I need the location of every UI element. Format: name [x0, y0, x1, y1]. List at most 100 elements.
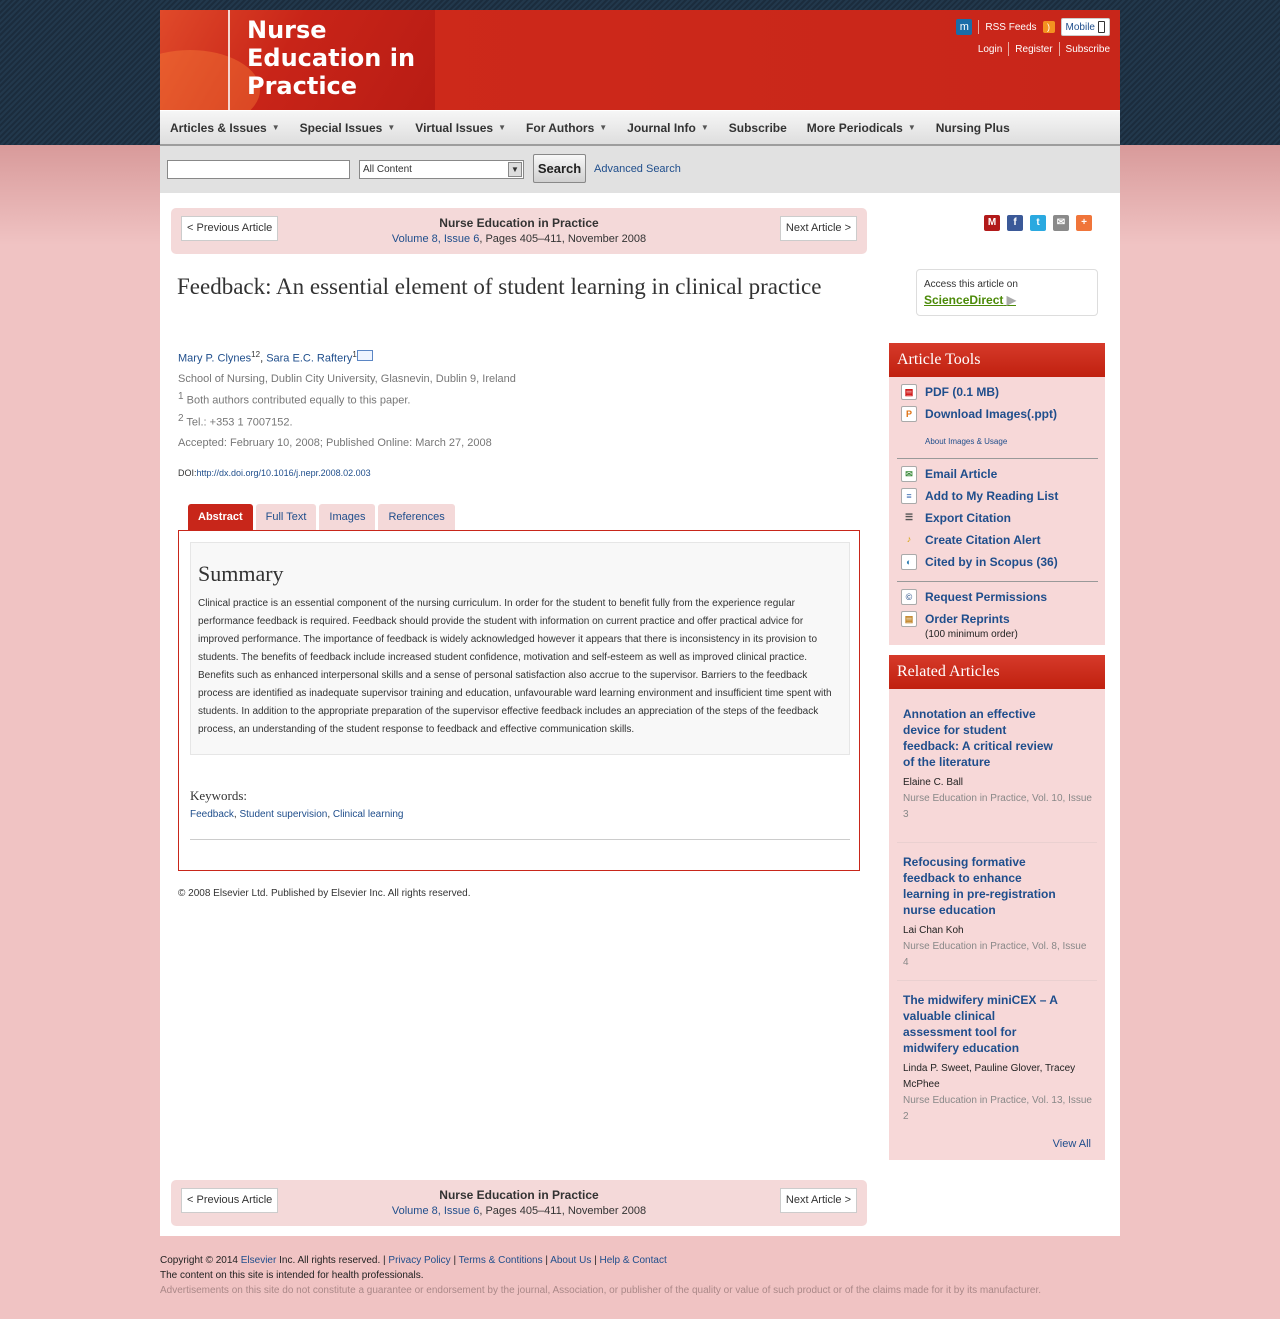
twitter-icon[interactable]: t: [1030, 215, 1046, 231]
search-input[interactable]: [167, 160, 350, 179]
article-tools-panel: Article Tools ▤ PDF (0.1 MB) P Download Im…: [889, 343, 1105, 645]
mobile-button[interactable]: Mobile: [1060, 18, 1110, 36]
ppt-icon: P: [901, 406, 917, 422]
divider: [1008, 42, 1010, 56]
reprints-link[interactable]: Order Reprints: [925, 612, 1010, 626]
about-us-link[interactable]: About Us: [550, 1255, 591, 1266]
tab-abstract[interactable]: Abstract: [188, 504, 253, 531]
add-share-icon[interactable]: +: [1076, 215, 1092, 231]
login-link[interactable]: Login: [978, 44, 1002, 55]
pdf-tool[interactable]: ▤ PDF (0.1 MB): [901, 384, 999, 400]
sciencedirect-text: Access this article on: [924, 279, 1018, 290]
cited-by-link[interactable]: Cited by in Scopus (36): [925, 555, 1058, 569]
citation-alert-link[interactable]: Create Citation Alert: [925, 533, 1041, 547]
nav-for-authors[interactable]: For Authors ▼: [526, 121, 607, 135]
email-icon: ✉: [901, 466, 917, 482]
previous-article-button[interactable]: < Previous Article: [181, 216, 279, 241]
keyword-link[interactable]: Clinical learning: [333, 809, 404, 820]
nav-journal-info[interactable]: Journal Info ▼: [627, 121, 709, 135]
keyword-link[interactable]: Feedback: [190, 809, 234, 820]
sciencedirect-link[interactable]: ScienceDirect ▶: [924, 293, 1090, 307]
mendeley-icon[interactable]: M: [984, 215, 1000, 231]
nav-subscribe[interactable]: Subscribe: [729, 121, 787, 135]
reading-list-icon: ≡: [901, 488, 917, 504]
affiliations: School of Nursing, Dublin City Universit…: [178, 370, 516, 431]
m-icon[interactable]: m: [956, 19, 973, 35]
next-article-button[interactable]: Next Article >: [779, 216, 857, 241]
permissions-tool[interactable]: © Request Permissions: [901, 589, 1047, 605]
reprints-tool[interactable]: ▤ Order Reprints: [901, 611, 1010, 627]
journal-logo[interactable]: Nurse Education in Practice: [160, 10, 435, 110]
divider: [897, 842, 1097, 843]
email-icon[interactable]: [356, 350, 373, 361]
permissions-link[interactable]: Request Permissions: [925, 590, 1047, 604]
rss-icon[interactable]: ): [1042, 21, 1055, 33]
help-contact-link[interactable]: Help & Contact: [599, 1255, 666, 1266]
document-icon: ▤: [901, 611, 917, 627]
email-article-link[interactable]: Email Article: [925, 467, 997, 481]
facebook-icon[interactable]: f: [1007, 215, 1023, 231]
chevron-down-icon: ▼: [508, 162, 522, 177]
reading-list-tool[interactable]: ≡ Add to My Reading List: [901, 488, 1058, 504]
logo-line: Nurse: [247, 16, 327, 44]
email-share-icon[interactable]: ✉: [1053, 215, 1069, 231]
nav-label: Special Issues: [299, 120, 383, 135]
advanced-search-link[interactable]: Advanced Search: [594, 163, 681, 175]
keywords-label: Keywords:: [190, 788, 248, 803]
email-article-tool[interactable]: ✉ Email Article: [901, 466, 997, 482]
search-button[interactable]: Search: [533, 154, 586, 183]
terms-link[interactable]: Terms & Contitions: [459, 1255, 543, 1266]
view-all-link[interactable]: View All: [1053, 1138, 1091, 1150]
about-images-link[interactable]: About Images & Usage: [925, 437, 1007, 446]
nav-virtual-issues[interactable]: Virtual Issues ▼: [415, 121, 506, 135]
volume-link[interactable]: Volume 8, Issue 6: [392, 233, 479, 245]
export-citation-tool[interactable]: ☰ Export Citation: [901, 510, 1011, 526]
register-link[interactable]: Register: [1015, 44, 1052, 55]
nav-special-issues[interactable]: Special Issues ▼: [300, 121, 396, 135]
next-article-button[interactable]: Next Article >: [779, 1188, 857, 1213]
related-article-title[interactable]: The midwifery miniCEX – A valuable clini…: [903, 992, 1063, 1056]
tab-full-text[interactable]: Full Text: [255, 504, 317, 531]
share-icons: M f t ✉ +: [984, 215, 1092, 231]
search-scope-value: All Content: [363, 164, 412, 175]
export-citation-link[interactable]: Export Citation: [925, 511, 1011, 525]
author-link[interactable]: Sara E.C. Raftery: [266, 353, 352, 365]
privacy-policy-link[interactable]: Privacy Policy: [388, 1255, 450, 1266]
related-article-title[interactable]: Annotation an effective device for stude…: [903, 706, 1063, 770]
scopus-icon: ◐: [901, 554, 917, 570]
citation-alert-tool[interactable]: ♪ Create Citation Alert: [901, 532, 1041, 548]
previous-article-button[interactable]: < Previous Article: [181, 1188, 279, 1213]
divider: [978, 20, 980, 34]
phone-icon: [1098, 21, 1105, 33]
logo-line: Practice: [247, 72, 358, 100]
download-images-link[interactable]: Download Images(.ppt): [925, 407, 1057, 421]
elsevier-link[interactable]: Elsevier: [241, 1255, 277, 1266]
related-article-title[interactable]: Refocusing formative feedback to enhance…: [903, 854, 1063, 918]
tab-images[interactable]: Images: [319, 504, 376, 531]
logo-decoration: [160, 50, 260, 110]
author-link[interactable]: Mary P. Clynes: [178, 353, 251, 365]
tab-references[interactable]: References: [378, 504, 455, 531]
footnote-num: 2: [178, 412, 184, 424]
sciencedirect-box[interactable]: Access this article on ScienceDirect ▶: [916, 269, 1098, 316]
download-images-tool[interactable]: P Download Images(.ppt): [901, 406, 1057, 422]
summary-box: Summary Clinical practice is an essentia…: [190, 542, 850, 755]
subscribe-link[interactable]: Subscribe: [1066, 44, 1110, 55]
doi-link[interactable]: http://dx.doi.org/10.1016/j.nepr.2008.02…: [197, 468, 371, 478]
nav-more-periodicals[interactable]: More Periodicals ▼: [807, 121, 916, 135]
related-article: Annotation an effective device for stude…: [903, 706, 1093, 823]
rss-feeds-link[interactable]: RSS Feeds: [985, 22, 1036, 33]
pdf-link[interactable]: PDF (0.1 MB): [925, 385, 999, 399]
reading-list-link[interactable]: Add to My Reading List: [925, 489, 1058, 503]
site-footer: Copyright © 2014 Elsevier Inc. All right…: [160, 1253, 1120, 1298]
keyword-link[interactable]: Student supervision: [239, 809, 327, 820]
nav-articles-issues[interactable]: Articles & Issues ▼: [170, 121, 280, 135]
nav-label: More Periodicals: [806, 120, 903, 135]
mobile-label: Mobile: [1065, 21, 1095, 33]
search-scope-select[interactable]: All Content ▼: [359, 160, 524, 179]
nav-nursing-plus[interactable]: Nursing Plus: [936, 121, 1010, 135]
cited-by-tool[interactable]: ◐ Cited by in Scopus (36): [901, 554, 1058, 570]
nav-label: Virtual Issues: [415, 120, 494, 135]
volume-link[interactable]: Volume 8, Issue 6: [392, 1205, 479, 1217]
summary-heading: Summary: [198, 561, 284, 586]
